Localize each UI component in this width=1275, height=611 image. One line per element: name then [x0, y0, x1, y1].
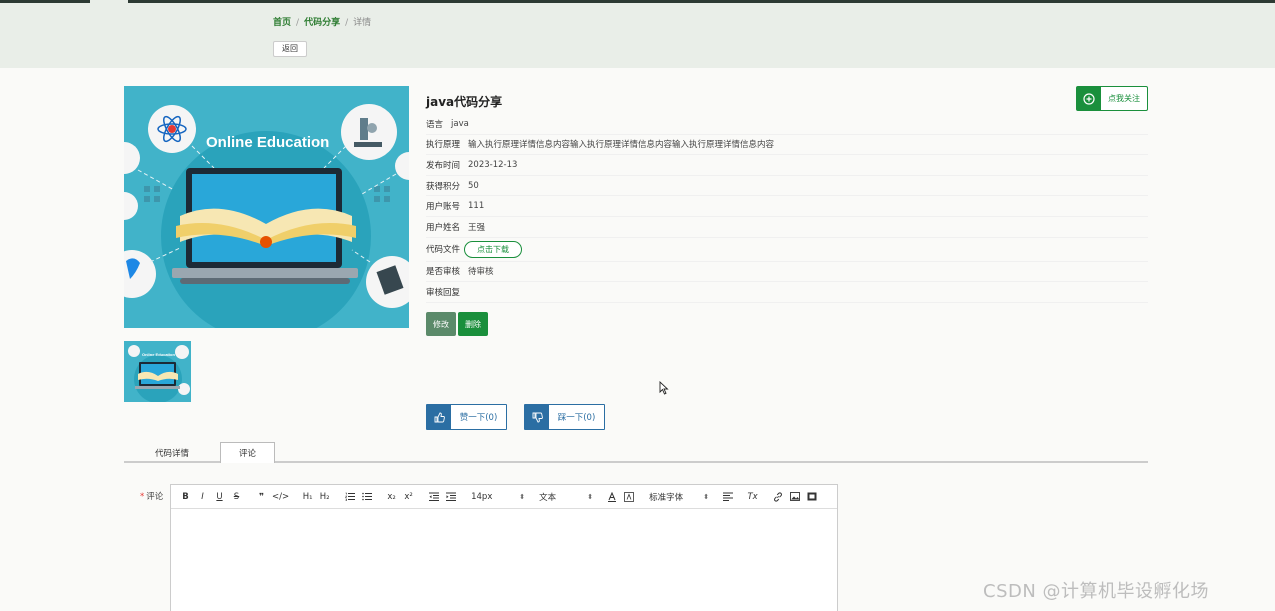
- follow-button[interactable]: 点我关注: [1076, 86, 1148, 111]
- strike-button[interactable]: S: [230, 490, 243, 504]
- field-row: 发布时间 2023-12-13: [426, 155, 1148, 176]
- dislike-label: 踩一下(0): [557, 413, 596, 423]
- h1-button[interactable]: H₁: [301, 490, 314, 504]
- watermark: CSDN @计算机毕设孵化场: [983, 581, 1210, 602]
- header-select[interactable]: 文本 ⬍: [539, 490, 593, 504]
- quote-button[interactable]: ❞: [255, 490, 268, 504]
- tab-comments[interactable]: 评论: [220, 442, 275, 463]
- thumbs-down-icon: [525, 405, 549, 429]
- detail-fields: 语言 java 执行原理 输入执行原理详情信息内容输入执行原理详情信息内容输入执行原…: [426, 114, 1148, 303]
- dislike-button[interactable]: 踩一下(0): [524, 404, 605, 430]
- follow-label: 点我关注: [1108, 94, 1140, 103]
- field-row: 语言 java: [426, 114, 1148, 135]
- background-color-icon[interactable]: [622, 490, 635, 504]
- field-row: 用户姓名 王强: [426, 217, 1148, 238]
- font-size-select[interactable]: 14px ⬍: [471, 490, 525, 504]
- breadcrumb-home[interactable]: 首页: [273, 18, 291, 28]
- header-band: 首页 / 代码分享 / 详情 返回: [0, 4, 1275, 68]
- code-file-row: 代码文件 点击下载: [426, 238, 1148, 262]
- banner-text: Online Education: [206, 134, 329, 151]
- like-label: 赞一下(0): [459, 413, 498, 423]
- outdent-icon[interactable]: [427, 490, 440, 504]
- link-icon[interactable]: [771, 490, 784, 504]
- edit-button[interactable]: 修改: [426, 312, 456, 336]
- delete-button[interactable]: 删除: [458, 312, 488, 336]
- tab-code-detail[interactable]: 代码详情: [138, 442, 206, 463]
- thumbnail-image[interactable]: Online Education: [124, 341, 191, 402]
- video-icon[interactable]: [805, 490, 818, 504]
- detail-tabs: 代码详情 评论: [124, 442, 1148, 463]
- bold-button[interactable]: B: [179, 490, 192, 504]
- plus-circle-icon: [1077, 87, 1101, 110]
- font-family-select[interactable]: 标准字体 ⬍: [649, 490, 709, 504]
- comment-editor: B I U S ❞ </> H₁ H₂ x₂ x² 14px ⬍ 文本 ⬍ 标准字体…: [170, 484, 838, 611]
- back-button[interactable]: 返回: [273, 41, 307, 57]
- subscript-button[interactable]: x₂: [385, 490, 398, 504]
- select-caret-icon: ⬍: [519, 492, 526, 501]
- select-caret-icon: ⬍: [587, 492, 594, 501]
- field-row: 执行原理 输入执行原理详情信息内容输入执行原理详情信息内容输入执行原理详情信息内容: [426, 135, 1148, 156]
- breadcrumb-section[interactable]: 代码分享: [304, 18, 340, 28]
- download-button[interactable]: 点击下载: [464, 240, 523, 258]
- superscript-button[interactable]: x²: [402, 490, 415, 504]
- select-caret-icon: ⬍: [703, 492, 710, 501]
- h2-button[interactable]: H₂: [318, 490, 331, 504]
- code-block-button[interactable]: </>: [272, 490, 289, 504]
- font-color-icon[interactable]: [605, 490, 618, 504]
- align-icon[interactable]: [721, 490, 734, 504]
- italic-button[interactable]: I: [196, 490, 209, 504]
- main-image: Online Education: [124, 86, 409, 328]
- like-button[interactable]: 赞一下(0): [426, 404, 507, 430]
- thumbs-up-icon: [427, 405, 451, 429]
- mouse-cursor-icon: [659, 381, 669, 395]
- reply-row: 审核回复: [426, 282, 1148, 303]
- field-row: 获得积分 50: [426, 176, 1148, 197]
- editor-toolbar: B I U S ❞ </> H₁ H₂ x₂ x² 14px ⬍ 文本 ⬍ 标准字体…: [171, 485, 837, 509]
- indent-icon[interactable]: [444, 490, 457, 504]
- field-row: 用户账号 111: [426, 196, 1148, 217]
- ordered-list-icon[interactable]: [343, 490, 356, 504]
- image-icon[interactable]: [788, 490, 801, 504]
- underline-button[interactable]: U: [213, 490, 226, 504]
- clear-format-button[interactable]: Tx: [746, 490, 759, 504]
- breadcrumb: 首页 / 代码分享 / 详情: [273, 18, 372, 28]
- bullet-list-icon[interactable]: [360, 490, 373, 504]
- thumb-text: Online Education: [142, 352, 175, 357]
- comment-label: * 评论: [140, 492, 164, 502]
- page-title: java代码分享: [426, 95, 503, 109]
- audit-row: 是否审核 待审核: [426, 262, 1148, 283]
- breadcrumb-current: 详情: [353, 18, 372, 28]
